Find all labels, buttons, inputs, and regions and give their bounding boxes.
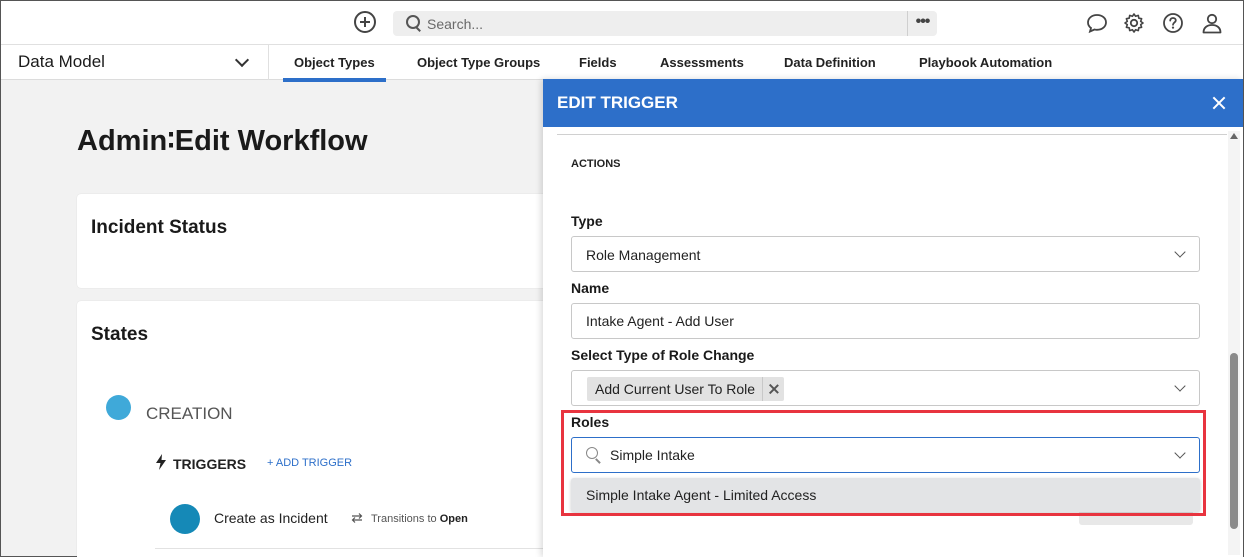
role-change-select[interactable]: Add Current User To Role <box>571 370 1200 406</box>
chevron-down-icon <box>1174 380 1186 392</box>
add-icon[interactable] <box>354 11 376 33</box>
search-more-button[interactable]: ••• <box>907 11 937 36</box>
search-input[interactable] <box>427 14 887 33</box>
roles-search-input[interactable] <box>610 445 1150 465</box>
page-title: Admin∶Edit Workflow <box>77 125 368 157</box>
roles-dropdown: Simple Intake Agent - Limited Access <box>571 478 1200 512</box>
transition-target: Open <box>439 513 468 525</box>
module-label: Data Model <box>18 52 105 71</box>
name-input[interactable] <box>571 303 1200 339</box>
tab-object-type-groups[interactable]: Object Type Groups <box>417 55 540 70</box>
trigger-icon[interactable] <box>170 504 200 534</box>
roles-select[interactable] <box>571 437 1200 473</box>
panel-scrollbar[interactable] <box>1228 131 1240 555</box>
add-trigger-link[interactable]: + ADD TRIGGER <box>267 457 352 469</box>
transition-prefix: Transitions to <box>371 513 437 525</box>
roles-label: Roles <box>571 414 610 430</box>
tab-data-definition[interactable]: Data Definition <box>784 55 876 70</box>
section-label: ACTIONS <box>571 158 621 170</box>
row-divider <box>155 548 557 549</box>
global-search[interactable]: ••• <box>393 11 937 36</box>
divider <box>557 134 1227 135</box>
search-icon <box>586 447 602 463</box>
roles-option[interactable]: Simple Intake Agent - Limited Access <box>586 487 816 503</box>
state-color-dot <box>106 395 131 420</box>
trigger-name-link[interactable]: Create as Incident <box>214 510 328 526</box>
module-selector[interactable]: Data Model <box>1 45 269 80</box>
top-bar: ••• <box>1 1 1243 45</box>
type-select[interactable]: Role Management <box>571 236 1200 272</box>
incident-status-card: Incident Status <box>77 194 557 288</box>
chip-label: Add Current User To Role <box>595 381 756 397</box>
transition-text: Transitions to Open <box>371 513 468 525</box>
card-title: Incident Status <box>91 217 228 238</box>
state-label: CREATION <box>146 404 233 423</box>
card-title: States <box>91 324 149 345</box>
type-value: Role Management <box>586 247 701 263</box>
scroll-up-icon[interactable] <box>1230 133 1238 139</box>
remove-chip-icon[interactable] <box>762 377 784 401</box>
bolt-icon <box>156 454 166 470</box>
states-card: States CREATION TRIGGERS + ADD TRIGGER C… <box>77 301 557 557</box>
gear-icon[interactable] <box>1123 12 1145 34</box>
chevron-down-icon <box>234 52 250 68</box>
triggers-label: TRIGGERS <box>173 456 247 472</box>
transition-arrows-icon <box>351 513 363 523</box>
type-label: Type <box>571 213 603 229</box>
close-icon[interactable] <box>1210 94 1228 112</box>
panel-header: EDIT TRIGGER <box>543 79 1243 127</box>
tab-fields[interactable]: Fields <box>579 55 617 70</box>
tab-object-types[interactable]: Object Types <box>283 55 386 82</box>
role-change-label: Select Type of Role Change <box>571 347 755 363</box>
search-icon <box>406 15 420 29</box>
chat-icon[interactable] <box>1086 12 1108 34</box>
scroll-thumb[interactable] <box>1230 353 1238 529</box>
tab-assessments[interactable]: Assessments <box>660 55 744 70</box>
name-label: Name <box>571 280 610 296</box>
chevron-down-icon <box>1174 246 1186 258</box>
help-icon[interactable] <box>1162 12 1184 34</box>
chevron-down-icon <box>1174 447 1186 459</box>
edit-trigger-panel: EDIT TRIGGER ACTIONS Type Role Managemen… <box>543 79 1243 557</box>
panel-title: EDIT TRIGGER <box>557 93 678 112</box>
role-change-chip: Add Current User To Role <box>587 377 784 401</box>
tab-playbook-automation[interactable]: Playbook Automation <box>919 55 1052 70</box>
nav-bar: Data Model Object Types Object Type Grou… <box>1 45 1243 82</box>
user-icon[interactable] <box>1201 12 1223 34</box>
